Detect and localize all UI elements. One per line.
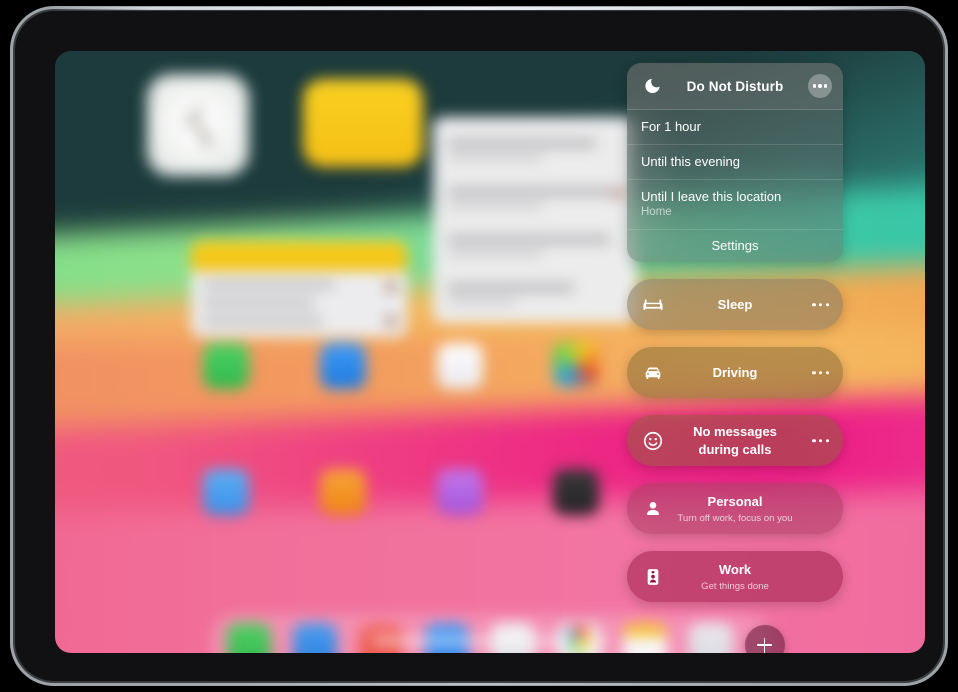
car-icon (642, 362, 664, 384)
dnd-option-label: Until I leave this location (641, 189, 782, 204)
dnd-option-until-this-evening[interactable]: Until this evening (627, 145, 843, 180)
ipad-device: Do Not Disturb For 1 hour Until this eve… (10, 6, 948, 686)
do-not-disturb-card[interactable]: Do Not Disturb For 1 hour Until this eve… (627, 63, 843, 262)
focus-mode-title: Personal (707, 493, 763, 509)
dock-icon (425, 623, 469, 653)
app-icon (553, 469, 599, 515)
focus-mode-no-messages-during-calls[interactable]: No messages during calls (627, 415, 843, 466)
focus-mode-work[interactable]: Work Get things done (627, 551, 843, 602)
home-indicator (373, 639, 607, 644)
dock-icon (623, 623, 667, 653)
focus-mode-more-button[interactable] (812, 370, 829, 375)
clock-widget (151, 78, 245, 172)
app-icon (437, 343, 483, 389)
dnd-option-label: For 1 hour (641, 119, 701, 134)
focus-mode-driving[interactable]: Driving (627, 347, 843, 398)
do-not-disturb-more-button[interactable] (808, 74, 832, 98)
focus-mode-subtitle: Get things done (701, 580, 769, 592)
focus-mode-title: Driving (712, 364, 758, 380)
dock-icon (293, 623, 337, 653)
app-icon (320, 469, 366, 515)
focus-mode-more-button[interactable] (812, 302, 829, 307)
notes-list-widget (191, 241, 407, 337)
dock-icon (227, 623, 271, 653)
dnd-option-until-i-leave-this-location[interactable]: Until I leave this location Home (627, 180, 843, 230)
focus-mode-title: No messages during calls (693, 423, 777, 457)
mail-list-widget (433, 117, 637, 323)
focus-mode-title: Work (718, 561, 752, 577)
person-icon (642, 498, 664, 520)
focus-mode-personal[interactable]: Personal Turn off work, focus on you (627, 483, 843, 534)
dock-icon (359, 623, 403, 653)
focus-panel: Do Not Disturb For 1 hour Until this eve… (627, 63, 843, 602)
dock-icon (491, 623, 535, 653)
dnd-settings-button[interactable]: Settings (627, 230, 843, 262)
moon-icon (643, 77, 662, 96)
do-not-disturb-header[interactable]: Do Not Disturb (627, 63, 843, 110)
dock-icon (689, 623, 733, 653)
app-icon (203, 343, 249, 389)
app-icon (203, 469, 249, 515)
dnd-option-sublabel: Home (641, 206, 672, 218)
dnd-option-label: Until this evening (641, 154, 740, 169)
app-icon (553, 341, 599, 387)
focus-mode-title: Sleep (717, 296, 753, 312)
app-icon (437, 469, 483, 515)
dnd-option-for-1-hour[interactable]: For 1 hour (627, 110, 843, 145)
plus-icon[interactable] (744, 625, 785, 653)
smiley-icon (642, 430, 664, 452)
focus-mode-sleep[interactable]: Sleep (627, 279, 843, 330)
ipad-screen: Do Not Disturb For 1 hour Until this eve… (55, 51, 925, 653)
focus-mode-subtitle: Turn off work, focus on you (677, 512, 793, 524)
notes-widget-yellow (303, 79, 423, 167)
screenshot-stage: Do Not Disturb For 1 hour Until this eve… (0, 0, 958, 692)
bed-icon (642, 294, 664, 316)
app-icon (320, 343, 366, 389)
badge-icon (642, 566, 664, 588)
new-focus[interactable]: New Focus (737, 625, 792, 653)
dock (211, 614, 771, 653)
focus-mode-more-button[interactable] (812, 438, 829, 443)
